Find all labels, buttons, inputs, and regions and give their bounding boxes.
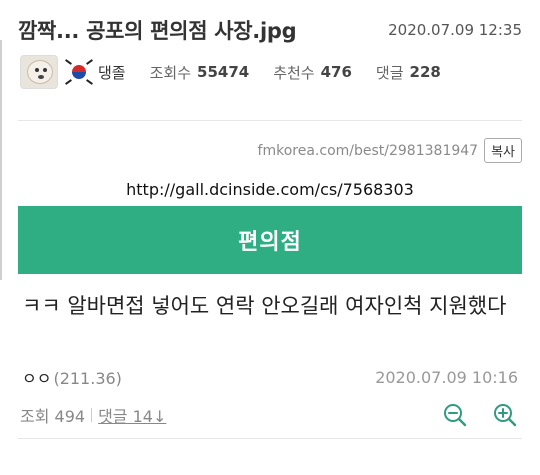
- comment-author: ㅇㅇ: [22, 369, 52, 388]
- post-body-text: ㅋㅋ 알바면접 넣어도 연락 안오길래 여자인척 지원했다: [22, 294, 507, 318]
- comments-label: 댓글: [375, 63, 404, 82]
- zoom-controls: [418, 402, 518, 428]
- dog-avatar[interactable]: [20, 55, 58, 89]
- comments-value: 228: [409, 63, 441, 81]
- reply-link[interactable]: 댓글 14↓: [98, 403, 166, 427]
- source-url[interactable]: fmkorea.com/best/2981381947: [258, 143, 479, 159]
- content-banner: 편의점: [18, 206, 522, 274]
- author-nickname[interactable]: 댕졸: [98, 62, 126, 83]
- header-divider: [18, 120, 522, 121]
- views-value: 55474: [197, 63, 250, 81]
- left-edge-divider: [0, 40, 2, 280]
- copy-button[interactable]: 복사: [484, 138, 522, 163]
- recommend-value: 476: [320, 63, 352, 81]
- comment-footer: 조회 494 댓글 14↓: [20, 400, 518, 430]
- views-label: 조회수: [149, 63, 192, 82]
- comment-views: 조회 494: [20, 407, 86, 426]
- post-title: 깜짝... 공포의 편의점 사장.jpg: [18, 19, 297, 43]
- zoom-out-icon[interactable]: [442, 402, 468, 428]
- source-row: fmkorea.com/best/2981381947 복사: [258, 138, 522, 163]
- footer-separator: [91, 408, 93, 422]
- author-meta: 댕졸 조회수 55474 추천수 476 댓글 228: [20, 54, 522, 90]
- zoom-in-icon[interactable]: [492, 402, 518, 428]
- recommend-label: 추천수: [273, 63, 315, 82]
- footer-divider: [18, 438, 522, 439]
- korea-flag-icon: [64, 58, 94, 86]
- comment-date: 2020.07.09 10:16: [375, 367, 518, 387]
- comment-meta: ㅇㅇ (211.36) 2020.07.09 10:16: [22, 366, 518, 389]
- post-header: 깜짝... 공포의 편의점 사장.jpg 2020.07.09 12:35: [18, 14, 522, 46]
- comment-score: (211.36): [53, 369, 122, 388]
- source-link[interactable]: http://gall.dcinside.com/cs/7568303: [0, 180, 540, 199]
- banner-title: 편의점: [238, 230, 302, 255]
- post-date: 2020.07.09 12:35: [388, 21, 522, 39]
